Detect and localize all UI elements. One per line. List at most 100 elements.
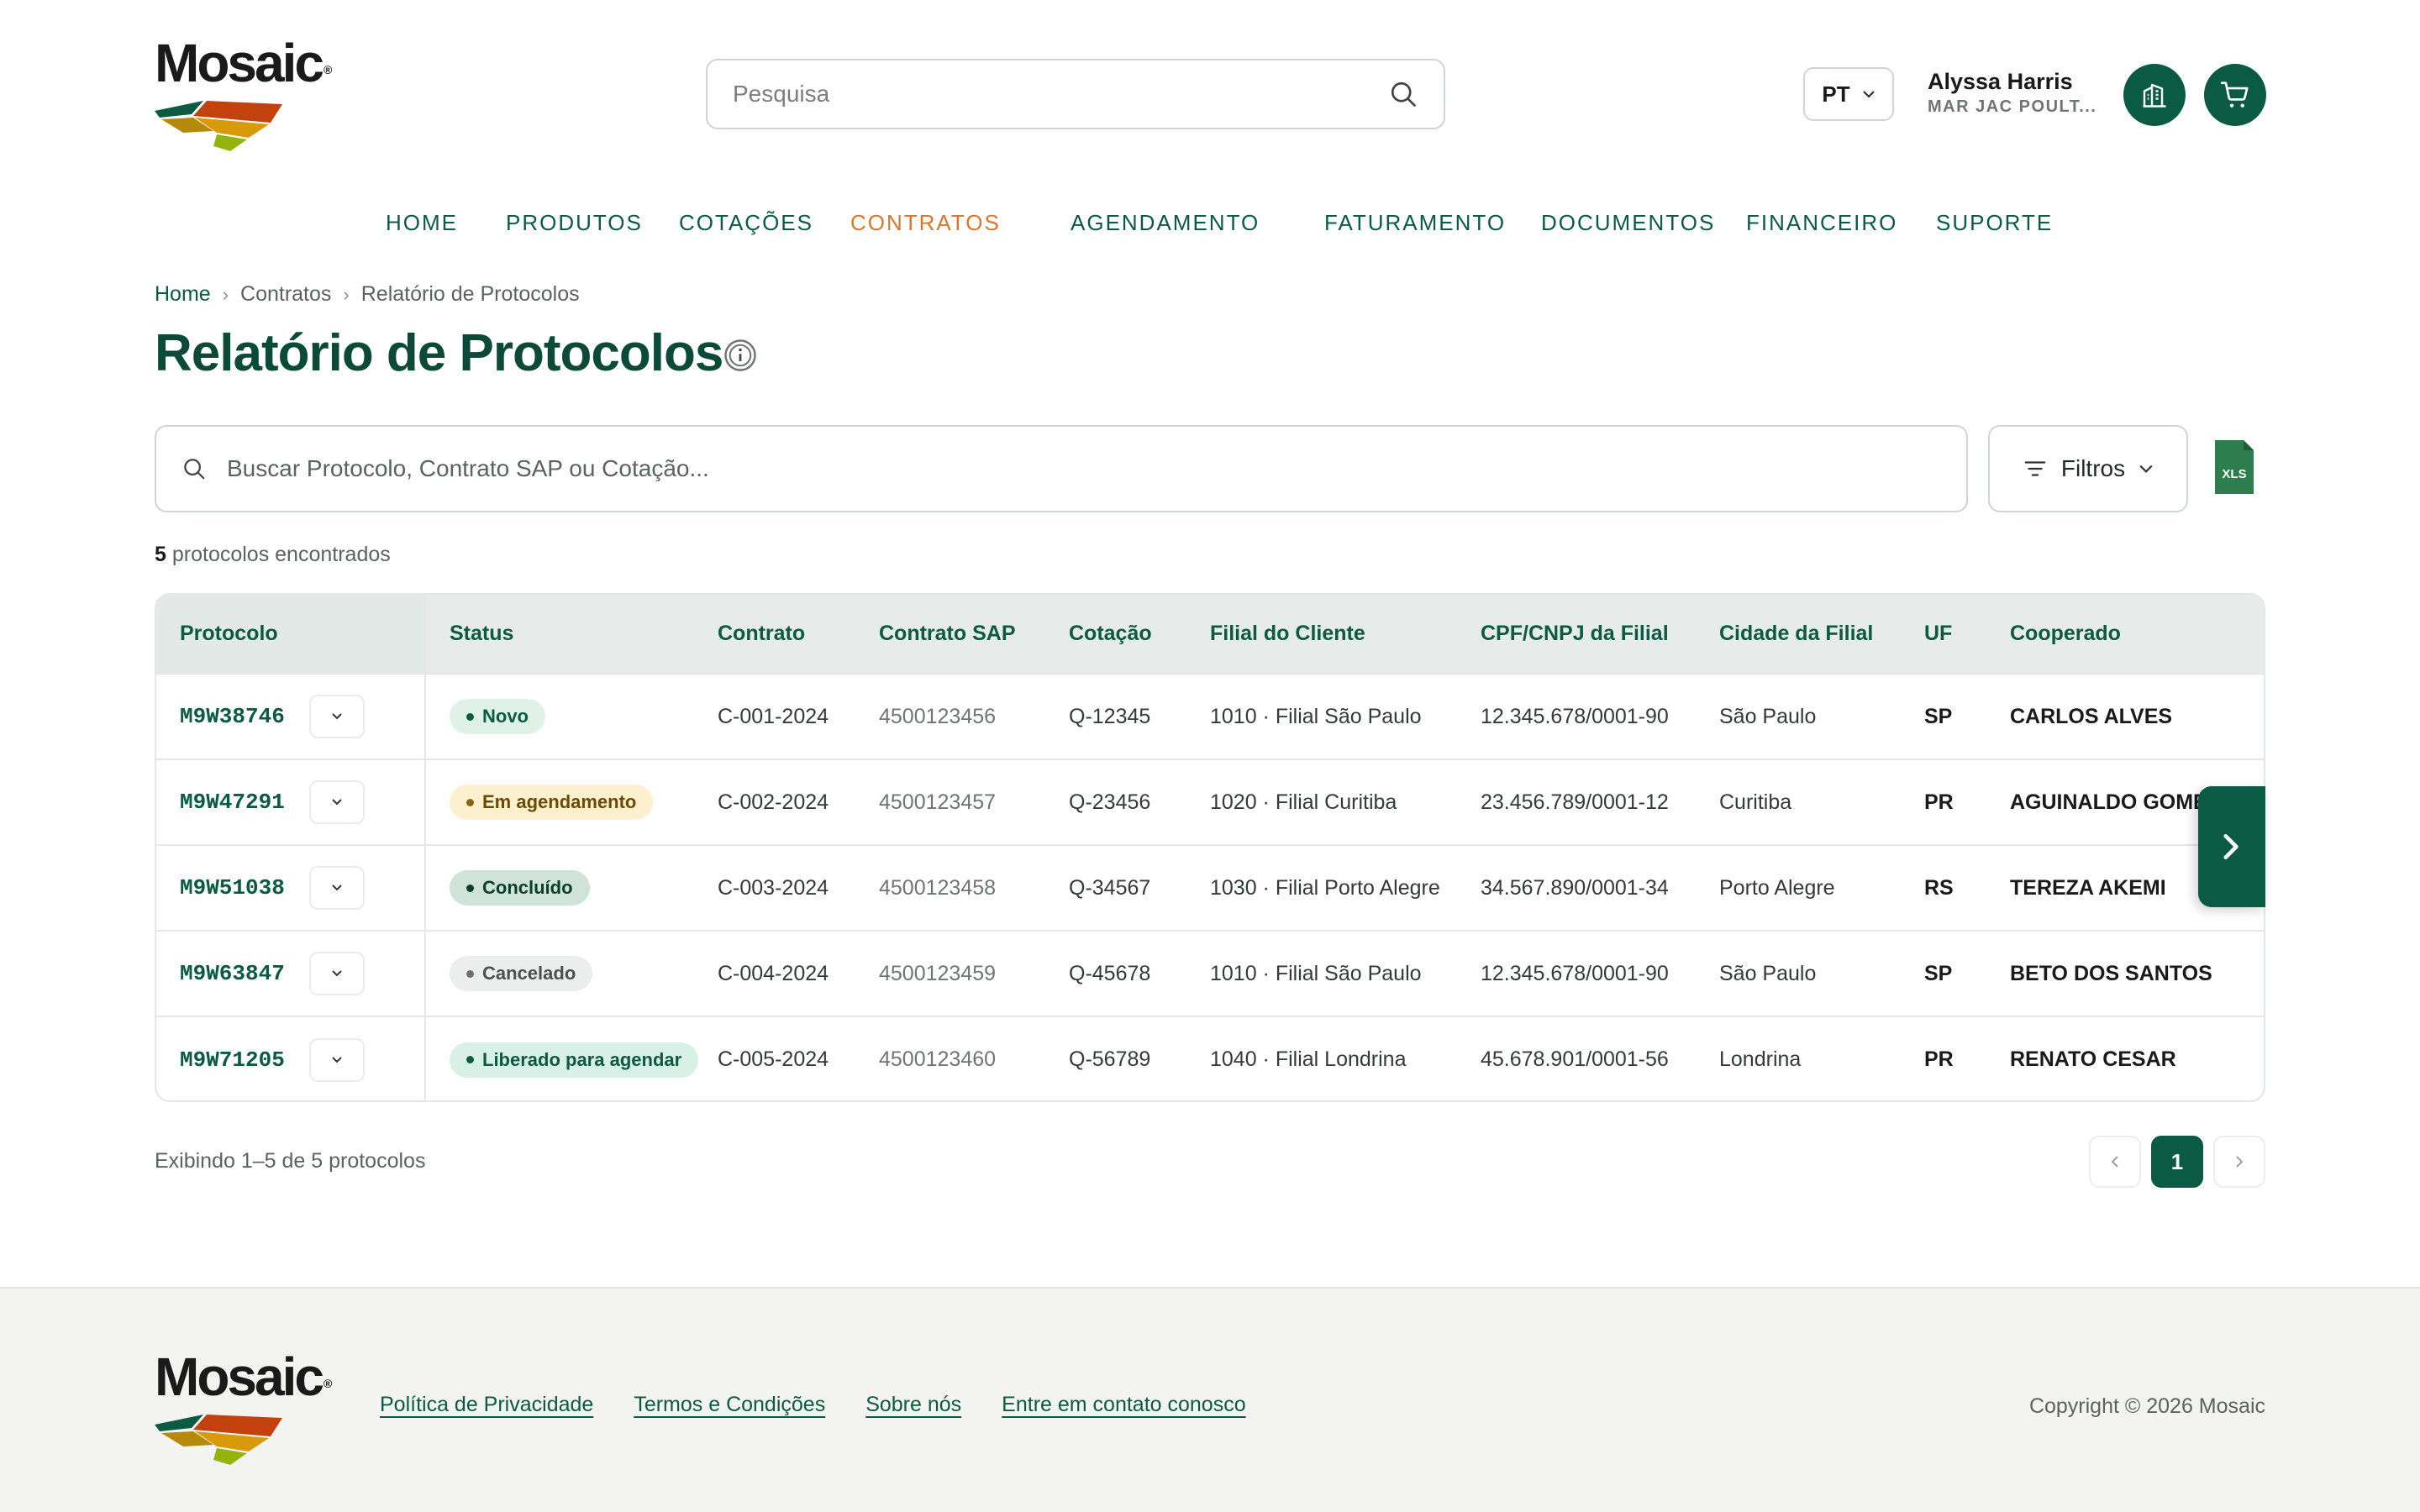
table-row[interactable]: M9W47291 Em agendamento C-002-2024 45001… <box>156 759 2264 845</box>
export-xls-icon[interactable]: XLS <box>2213 438 2255 496</box>
breadcrumb: Home › Contratos › Relatório de Protocol… <box>155 282 580 307</box>
table-row[interactable]: M9W38746 Novo C-001-2024 4500123456 Q-12… <box>156 674 2264 759</box>
nav-contratos[interactable]: CONTRATOS <box>850 202 1001 244</box>
footer-links: Política de Privacidade Termos e Condiçõ… <box>380 1393 1246 1417</box>
breadcrumb-separator: › <box>222 283 229 305</box>
nav-financeiro[interactable]: FINANCEIRO <box>1746 202 1897 244</box>
sap-contract-cell: 4500123459 <box>879 961 997 985</box>
filters-button[interactable]: Filtros <box>1988 425 2188 512</box>
protocol-id[interactable]: M9W71205 <box>180 1047 285 1073</box>
nav-home[interactable]: HOME <box>386 202 458 244</box>
status-label: Em agendamento <box>482 791 637 812</box>
status-label: Cancelado <box>482 963 576 984</box>
chevron-down-icon <box>332 799 342 806</box>
column-header[interactable]: Contrato <box>718 595 879 674</box>
expand-row-button[interactable] <box>309 952 365 995</box>
nav-documentos[interactable]: DOCUMENTOS <box>1541 202 1715 244</box>
chevron-down-icon <box>332 970 342 977</box>
protocol-search-input[interactable] <box>227 455 1941 482</box>
column-header[interactable]: Contrato SAP <box>879 595 1069 674</box>
chevron-down-icon <box>1862 91 1875 98</box>
footer-link-about[interactable]: Sobre nós <box>865 1393 961 1417</box>
prev-page-button[interactable] <box>2089 1136 2141 1188</box>
expand-row-button[interactable] <box>309 695 365 738</box>
branch-cell: 1040 · Filial Londrina <box>1210 1047 1407 1071</box>
contract-cell: C-002-2024 <box>718 790 829 814</box>
city-cell: Porto Alegre <box>1719 875 1835 900</box>
search-icon <box>184 459 205 480</box>
footer-link-terms[interactable]: Termos e Condições <box>634 1393 825 1417</box>
status-badge: Novo <box>450 699 545 734</box>
footer-logo[interactable]: Mosaic ® <box>155 1347 356 1473</box>
logo-mark-icon <box>155 1415 282 1465</box>
breadcrumb-separator: › <box>343 283 350 305</box>
language-label: PT <box>1822 81 1850 107</box>
nav-agendamento[interactable]: AGENDAMENTO <box>1071 202 1260 244</box>
cart-button[interactable] <box>2204 64 2266 126</box>
sap-contract-cell: 4500123457 <box>879 790 997 814</box>
table-row[interactable]: M9W63847 Cancelado C-004-2024 4500123459… <box>156 931 2264 1016</box>
user-info[interactable]: Alyssa Harris MAR JAC POULT... <box>1928 67 2112 118</box>
scroll-table-right-button[interactable] <box>2198 786 2265 907</box>
column-header[interactable]: Cotação <box>1069 595 1210 674</box>
nav-produtos[interactable]: PRODUTOS <box>506 202 643 244</box>
column-header[interactable]: CPF/CNPJ da Filial <box>1481 595 1719 674</box>
header-search[interactable] <box>706 59 1445 129</box>
column-header[interactable]: Protocolo <box>156 595 426 674</box>
building-icon <box>2143 83 2166 108</box>
table-row[interactable]: M9W71205 Liberado para agendar C-005-202… <box>156 1016 2264 1100</box>
column-header[interactable]: Status <box>425 595 718 674</box>
results-number: 5 <box>155 543 166 566</box>
breadcrumb-contratos[interactable]: Contratos <box>240 282 331 307</box>
table-row[interactable]: M9W51038 Concluído C-003-2024 4500123458… <box>156 845 2264 931</box>
expand-row-button[interactable] <box>309 866 365 910</box>
results-text: protocolos encontrados <box>171 543 391 566</box>
chevron-down-icon <box>2139 465 2153 473</box>
chevron-right-icon <box>2223 834 2238 859</box>
breadcrumb-home[interactable]: Home <box>155 282 211 307</box>
brand-logo[interactable]: Mosaic ® <box>155 34 356 160</box>
footer-link-privacy[interactable]: Política de Privacidade <box>380 1393 593 1417</box>
nav-faturamento[interactable]: FATURAMENTO <box>1324 202 1506 244</box>
main-nav: HOME PRODUTOS COTAÇÕES CONTRATOS AGENDAM… <box>0 202 2420 244</box>
brand-name: Mosaic <box>155 33 324 93</box>
expand-row-button[interactable] <box>309 780 365 824</box>
page-button[interactable]: 1 <box>2151 1136 2203 1188</box>
footer-link-contact[interactable]: Entre em contato conosco <box>1002 1393 1245 1417</box>
company-button[interactable] <box>2123 64 2186 126</box>
city-cell: Londrina <box>1719 1047 1802 1071</box>
chevron-right-icon <box>2236 1156 2244 1168</box>
logo-mark-icon <box>155 101 282 151</box>
expand-row-button[interactable] <box>309 1037 365 1082</box>
nav-cotacoes[interactable]: COTAÇÕES <box>679 202 813 244</box>
nav-suporte[interactable]: SUPORTE <box>1936 202 2053 244</box>
next-page-button[interactable] <box>2213 1136 2265 1188</box>
column-header[interactable]: UF <box>1924 595 2010 674</box>
cooperado-cell: BETO DOS SANTOS <box>2010 961 2212 985</box>
quote-cell: Q-23456 <box>1069 790 1151 814</box>
protocol-id[interactable]: M9W47291 <box>180 790 285 815</box>
user-company: MAR JAC POULT... <box>1928 97 2097 116</box>
chevron-down-icon <box>332 885 342 891</box>
column-header[interactable]: Filial do Cliente <box>1210 595 1481 674</box>
contract-cell: C-005-2024 <box>718 1047 829 1071</box>
header: Mosaic® PT Alyssa Harris MAR JAC POULT..… <box>0 0 2420 176</box>
info-icon[interactable] <box>723 338 758 373</box>
protocol-id[interactable]: M9W51038 <box>180 875 285 900</box>
contract-cell: C-001-2024 <box>718 704 829 728</box>
header-search-input[interactable] <box>733 81 1388 108</box>
footer: Mosaic ® Política de Privacidade Termos e… <box>0 1287 2420 1512</box>
protocol-search[interactable] <box>155 425 1968 512</box>
quote-cell: Q-45678 <box>1069 961 1151 985</box>
branch-cell: 1010 · Filial São Paulo <box>1210 704 1422 728</box>
user-name: Alyssa Harris <box>1928 69 2073 94</box>
quote-cell: Q-56789 <box>1069 1047 1151 1071</box>
language-selector[interactable]: PT <box>1803 67 1894 121</box>
protocol-id[interactable]: M9W63847 <box>180 961 285 986</box>
city-cell: São Paulo <box>1719 961 1817 985</box>
column-header[interactable]: Cidade da Filial <box>1719 595 1924 674</box>
search-icon[interactable] <box>1388 79 1418 109</box>
protocol-id[interactable]: M9W38746 <box>180 704 285 729</box>
column-header[interactable]: Cooperado <box>2010 595 2264 674</box>
sap-contract-cell: 4500123456 <box>879 704 997 728</box>
